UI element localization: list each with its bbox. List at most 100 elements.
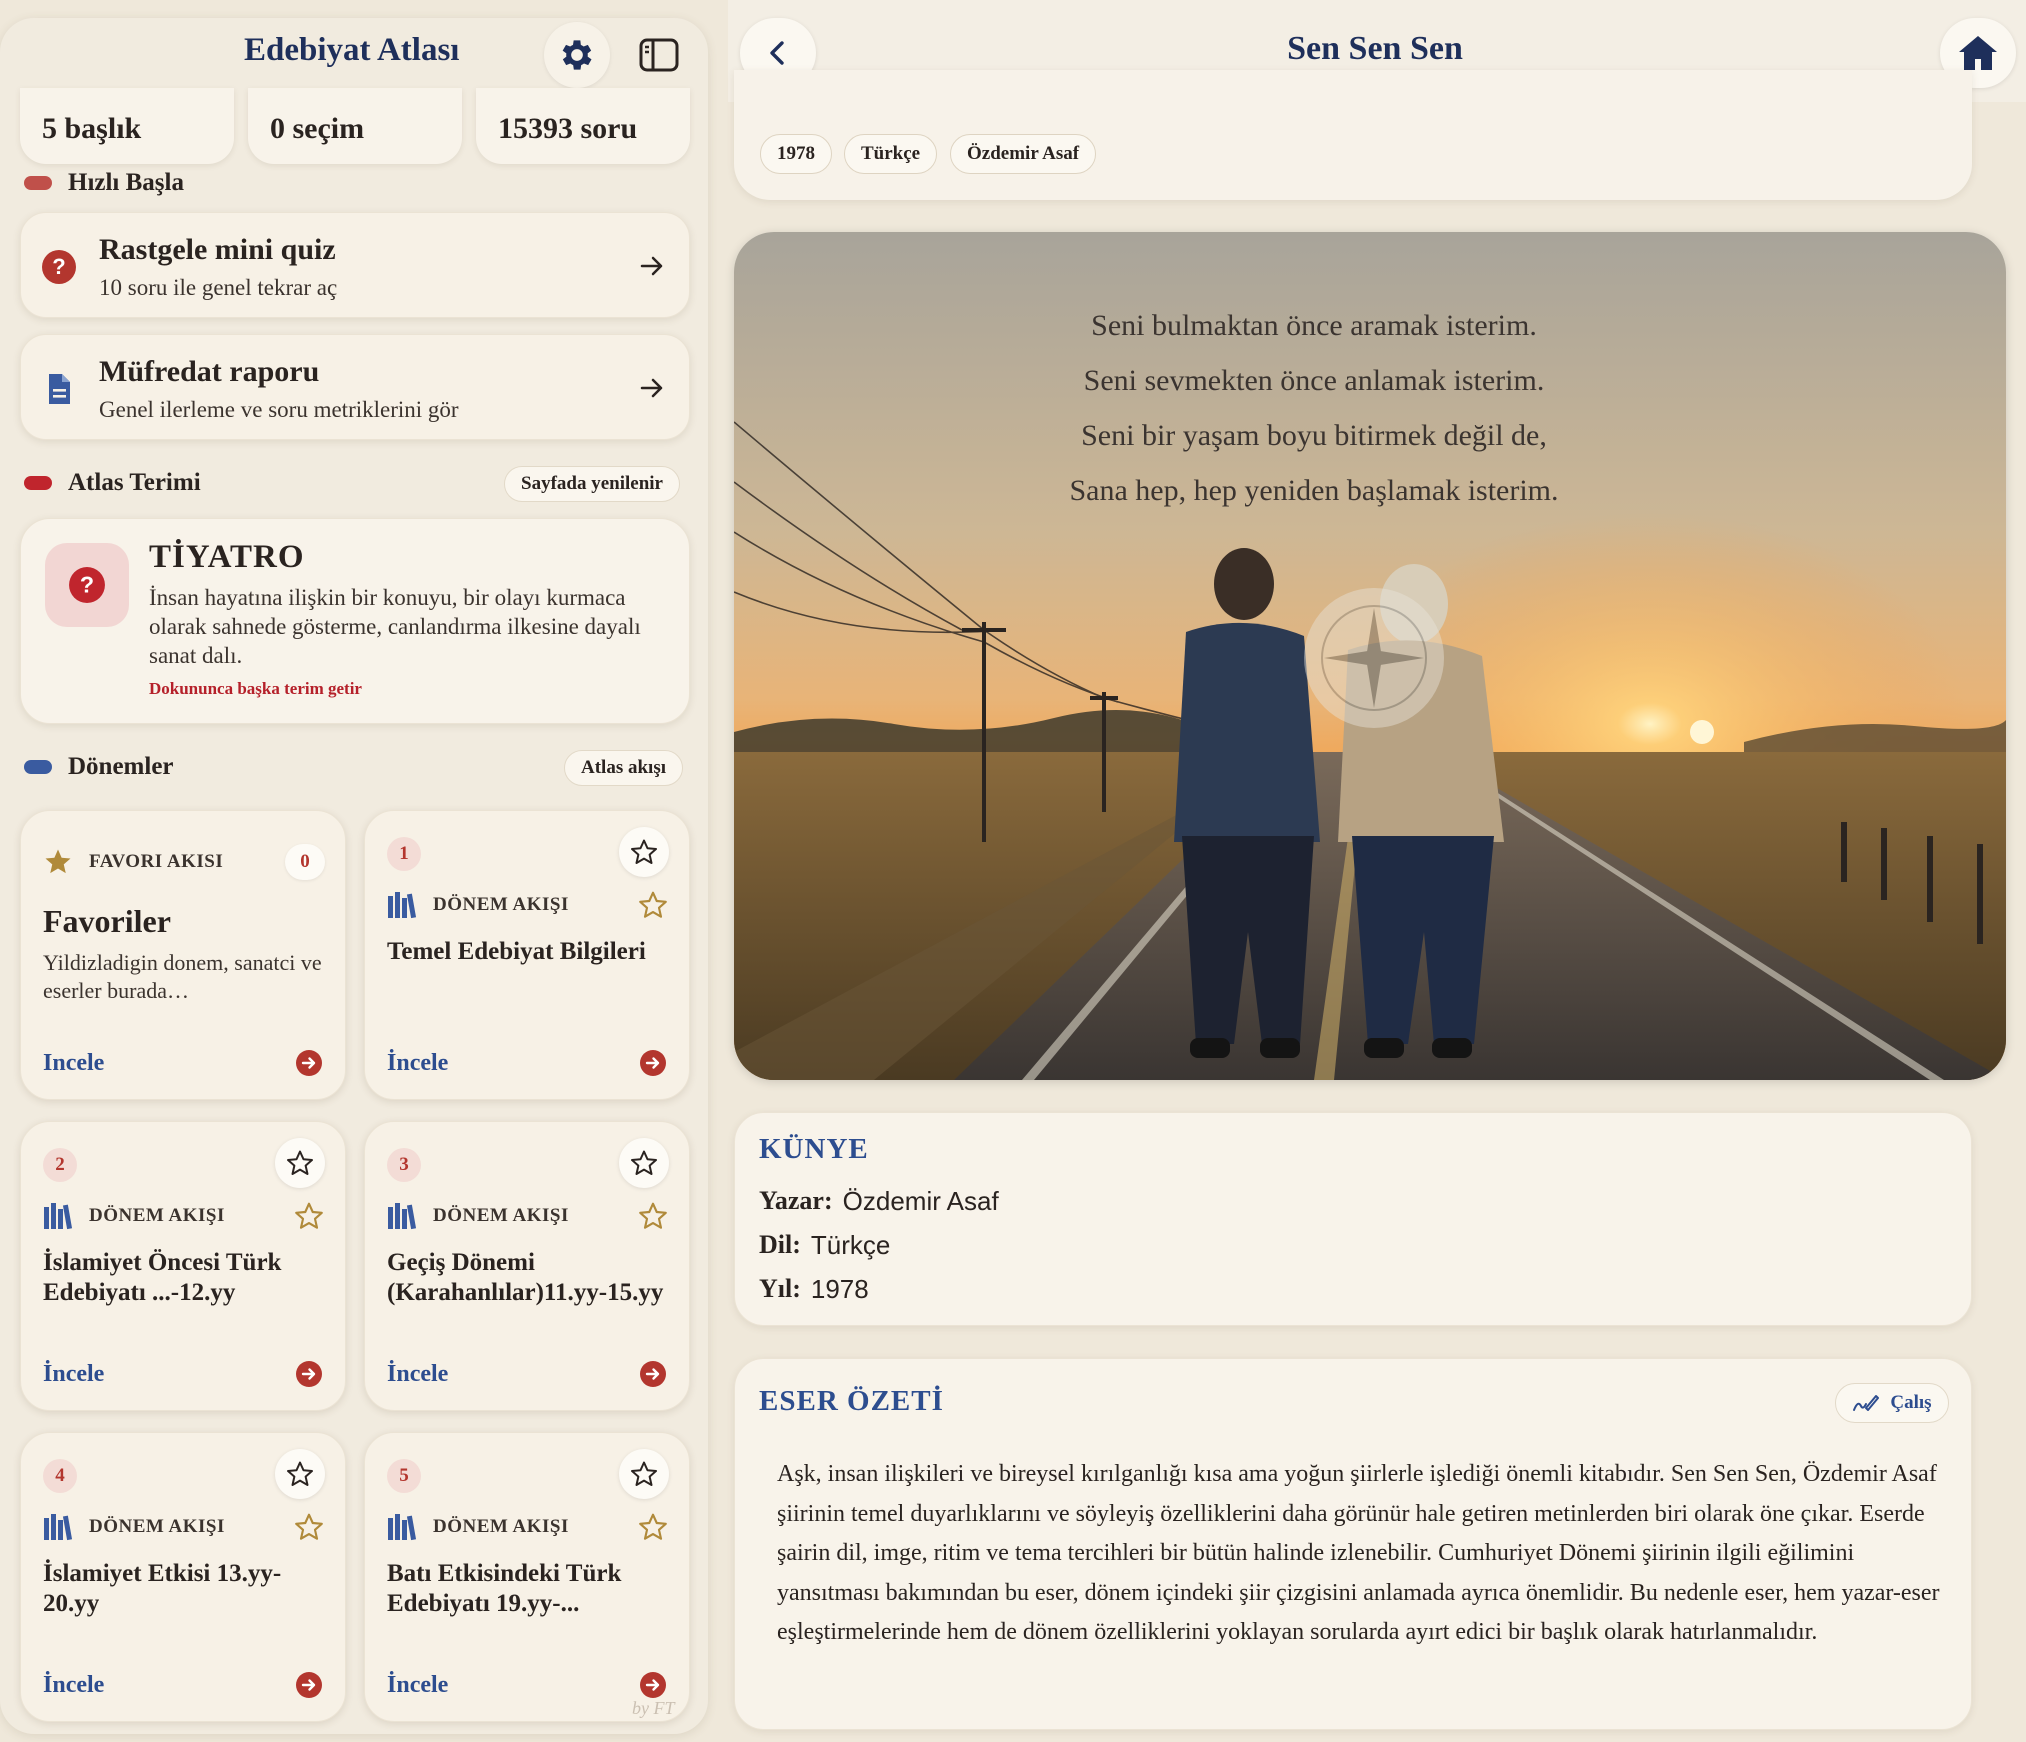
arrow-circle-icon[interactable] (295, 1049, 323, 1077)
star-outline-icon[interactable] (637, 889, 669, 921)
atlas-term-card[interactable]: ? TİYATRO İnsan hayatına ilişkin bir kon… (20, 518, 690, 724)
tag-year[interactable]: 1978 (760, 134, 832, 174)
period-card[interactable]: 1 DÖNEM AKIŞI Temel Edebiyat Bilgileri İnce… (364, 810, 690, 1100)
period-card[interactable]: 3 DÖNEM AKIŞI Geçiş Dönemi (Karahanlılar)1… (364, 1121, 690, 1411)
arrow-right-icon (640, 378, 663, 398)
books-icon (388, 1514, 417, 1541)
arrow-circle-icon[interactable] (295, 1360, 323, 1388)
kunye-value: Özdemir Asaf (842, 1185, 999, 1216)
star-filled-icon (45, 849, 71, 874)
period-kind: DÖNEM AKIŞI (89, 1205, 225, 1226)
books-icon (388, 892, 417, 919)
period-link[interactable]: İncele (43, 1361, 104, 1388)
star-outline-icon[interactable] (293, 1511, 325, 1543)
favorite-button[interactable] (619, 1138, 669, 1188)
period-title: Geçiş Dönemi (Karahanlılar)11.yy-15.yy (387, 1249, 664, 1306)
star-outline-icon[interactable] (637, 1200, 669, 1232)
period-title: İslamiyet Öncesi Türk Edebiyatı ...-12.y… (43, 1249, 282, 1306)
quick-start-heading: Hızlı Başla (24, 166, 184, 200)
summary-heading: ESER ÖZETİ (759, 1385, 944, 1417)
favorite-button[interactable] (275, 1449, 325, 1499)
arrow-circle-icon[interactable] (295, 1671, 323, 1699)
atlas-term-label: Atlas Terimi (68, 469, 201, 496)
quick-start-label: Hızlı Başla (68, 169, 184, 196)
period-link[interactable]: İncele (387, 1050, 448, 1077)
poem-line: Seni bulmaktan önce aramak isterim. (1091, 309, 1537, 342)
kunye-year-row: Yıl: 1978 (759, 1269, 869, 1309)
period-kind: DÖNEM AKIŞI (433, 1205, 569, 1226)
refresh-term-chip[interactable]: Sayfada yenilenir (504, 466, 680, 502)
period-link[interactable]: İncele (43, 1672, 104, 1699)
atlas-flow-chip[interactable]: Atlas akışı (564, 750, 683, 786)
period-card[interactable]: 5 DÖNEM AKIŞI Batı Etkisindeki Türk Edebiy… (364, 1432, 690, 1722)
favorite-button[interactable] (619, 827, 669, 877)
periods-label: Dönemler (68, 753, 174, 780)
favorites-count: 0 (285, 844, 325, 880)
settings-button[interactable] (544, 22, 610, 88)
period-kind-row: DÖNEM AKIŞI (387, 887, 669, 923)
period-link[interactable]: İncele (387, 1361, 448, 1388)
period-title: İslamiyet Etkisi 13.yy-20.yy (43, 1560, 282, 1617)
star-outline-icon (287, 1461, 313, 1486)
period-title: Batı Etkisindeki Türk Edebiyatı 19.yy-..… (387, 1560, 622, 1617)
kunye-card: KÜNYE Yazar: Özdemir Asaf Dil: Türkçe Yı… (734, 1112, 1972, 1326)
kunye-language-row: Dil: Türkçe (759, 1225, 890, 1265)
period-title: Temel Edebiyat Bilgileri (387, 938, 646, 965)
hero-image: Seni bulmaktan önce aramak isterim. Seni… (734, 232, 2006, 1080)
period-card[interactable]: 4 DÖNEM AKIŞI İslamiyet Etkisi 13.yy-20.yy… (20, 1432, 346, 1722)
star-outline-icon[interactable] (637, 1511, 669, 1543)
summary-text: Aşk, insan ilişkileri ve bireysel kırılg… (777, 1461, 1940, 1645)
arrow-circle-icon[interactable] (639, 1671, 667, 1699)
period-card[interactable]: 2 DÖNEM AKIŞI İslamiyet Öncesi Türk Edebiy… (20, 1121, 346, 1411)
svg-text:?: ? (80, 571, 94, 597)
curriculum-report-card[interactable]: Müfredat raporu Genel ilerleme ve soru m… (20, 334, 690, 440)
section-dot (24, 760, 52, 774)
poem-line: Sana hep, hep yeniden başlamak isterim. (1069, 474, 1559, 507)
period-kind-row: DÖNEM AKIŞI (43, 1509, 325, 1545)
period-number: 4 (43, 1459, 77, 1493)
period-kind: DÖNEM AKIŞI (433, 1516, 569, 1537)
document-icon (49, 374, 70, 404)
favorites-kind: FAVORI AKISI (89, 851, 224, 872)
star-outline-icon[interactable] (293, 1200, 325, 1232)
favorite-button[interactable] (275, 1138, 325, 1188)
period-kind-row: DÖNEM AKIŞI (387, 1509, 669, 1545)
random-quiz-title: Rastgele mini quiz (99, 233, 336, 266)
pen-icon (1853, 1395, 1880, 1411)
home-icon (1959, 36, 1997, 70)
favorite-button[interactable] (619, 1449, 669, 1499)
compass-watermark (1304, 588, 1444, 728)
kunye-key: Yazar: (759, 1186, 833, 1215)
period-kind-row: DÖNEM AKIŞI (387, 1198, 669, 1234)
question-icon: ? (42, 250, 76, 284)
section-dot (24, 176, 52, 190)
tag-author[interactable]: Özdemir Asaf (950, 134, 1097, 174)
favorites-link[interactable]: Incele (43, 1050, 104, 1077)
random-quiz-subtitle: 10 soru ile genel tekrar aç (99, 275, 338, 300)
sidebar-title: Edebiyat Atlası (244, 32, 460, 68)
tags-card: 1978 Türkçe Özdemir Asaf (734, 70, 1972, 200)
favorites-card[interactable]: FAVORI AKISI 0 Favoriler Yildizladigin d… (20, 810, 346, 1100)
chevron-left-icon (770, 41, 784, 65)
sidebar-panel-icon (639, 38, 679, 72)
kunye-key: Dil: (759, 1230, 801, 1259)
study-button[interactable]: Çalış (1835, 1383, 1949, 1423)
kunye-heading: KÜNYE (759, 1133, 869, 1165)
watermark: by FT (632, 1698, 675, 1718)
arrow-circle-icon[interactable] (639, 1049, 667, 1077)
kunye-key: Yıl: (759, 1274, 801, 1303)
period-number: 1 (387, 837, 421, 871)
period-link[interactable]: İncele (387, 1672, 448, 1699)
random-quiz-card[interactable]: ? Rastgele mini quiz 10 soru ile genel t… (20, 212, 690, 318)
stat-selections: 0 seçim (248, 88, 462, 164)
tag-language[interactable]: Türkçe (844, 134, 938, 174)
period-kind: DÖNEM AKIŞI (89, 1516, 225, 1537)
arrow-circle-icon[interactable] (639, 1360, 667, 1388)
kunye-author-row: Yazar: Özdemir Asaf (759, 1181, 999, 1221)
page-title: Sen Sen Sen (1287, 30, 1463, 67)
periods-heading: Dönemler (24, 750, 174, 784)
period-kind: DÖNEM AKIŞI (433, 894, 569, 915)
poem-text: Seni bulmaktan önce aramak isterim. Seni… (734, 298, 1894, 518)
favorites-title: Favoriler (43, 903, 171, 939)
sidebar-toggle-button[interactable] (626, 22, 692, 88)
